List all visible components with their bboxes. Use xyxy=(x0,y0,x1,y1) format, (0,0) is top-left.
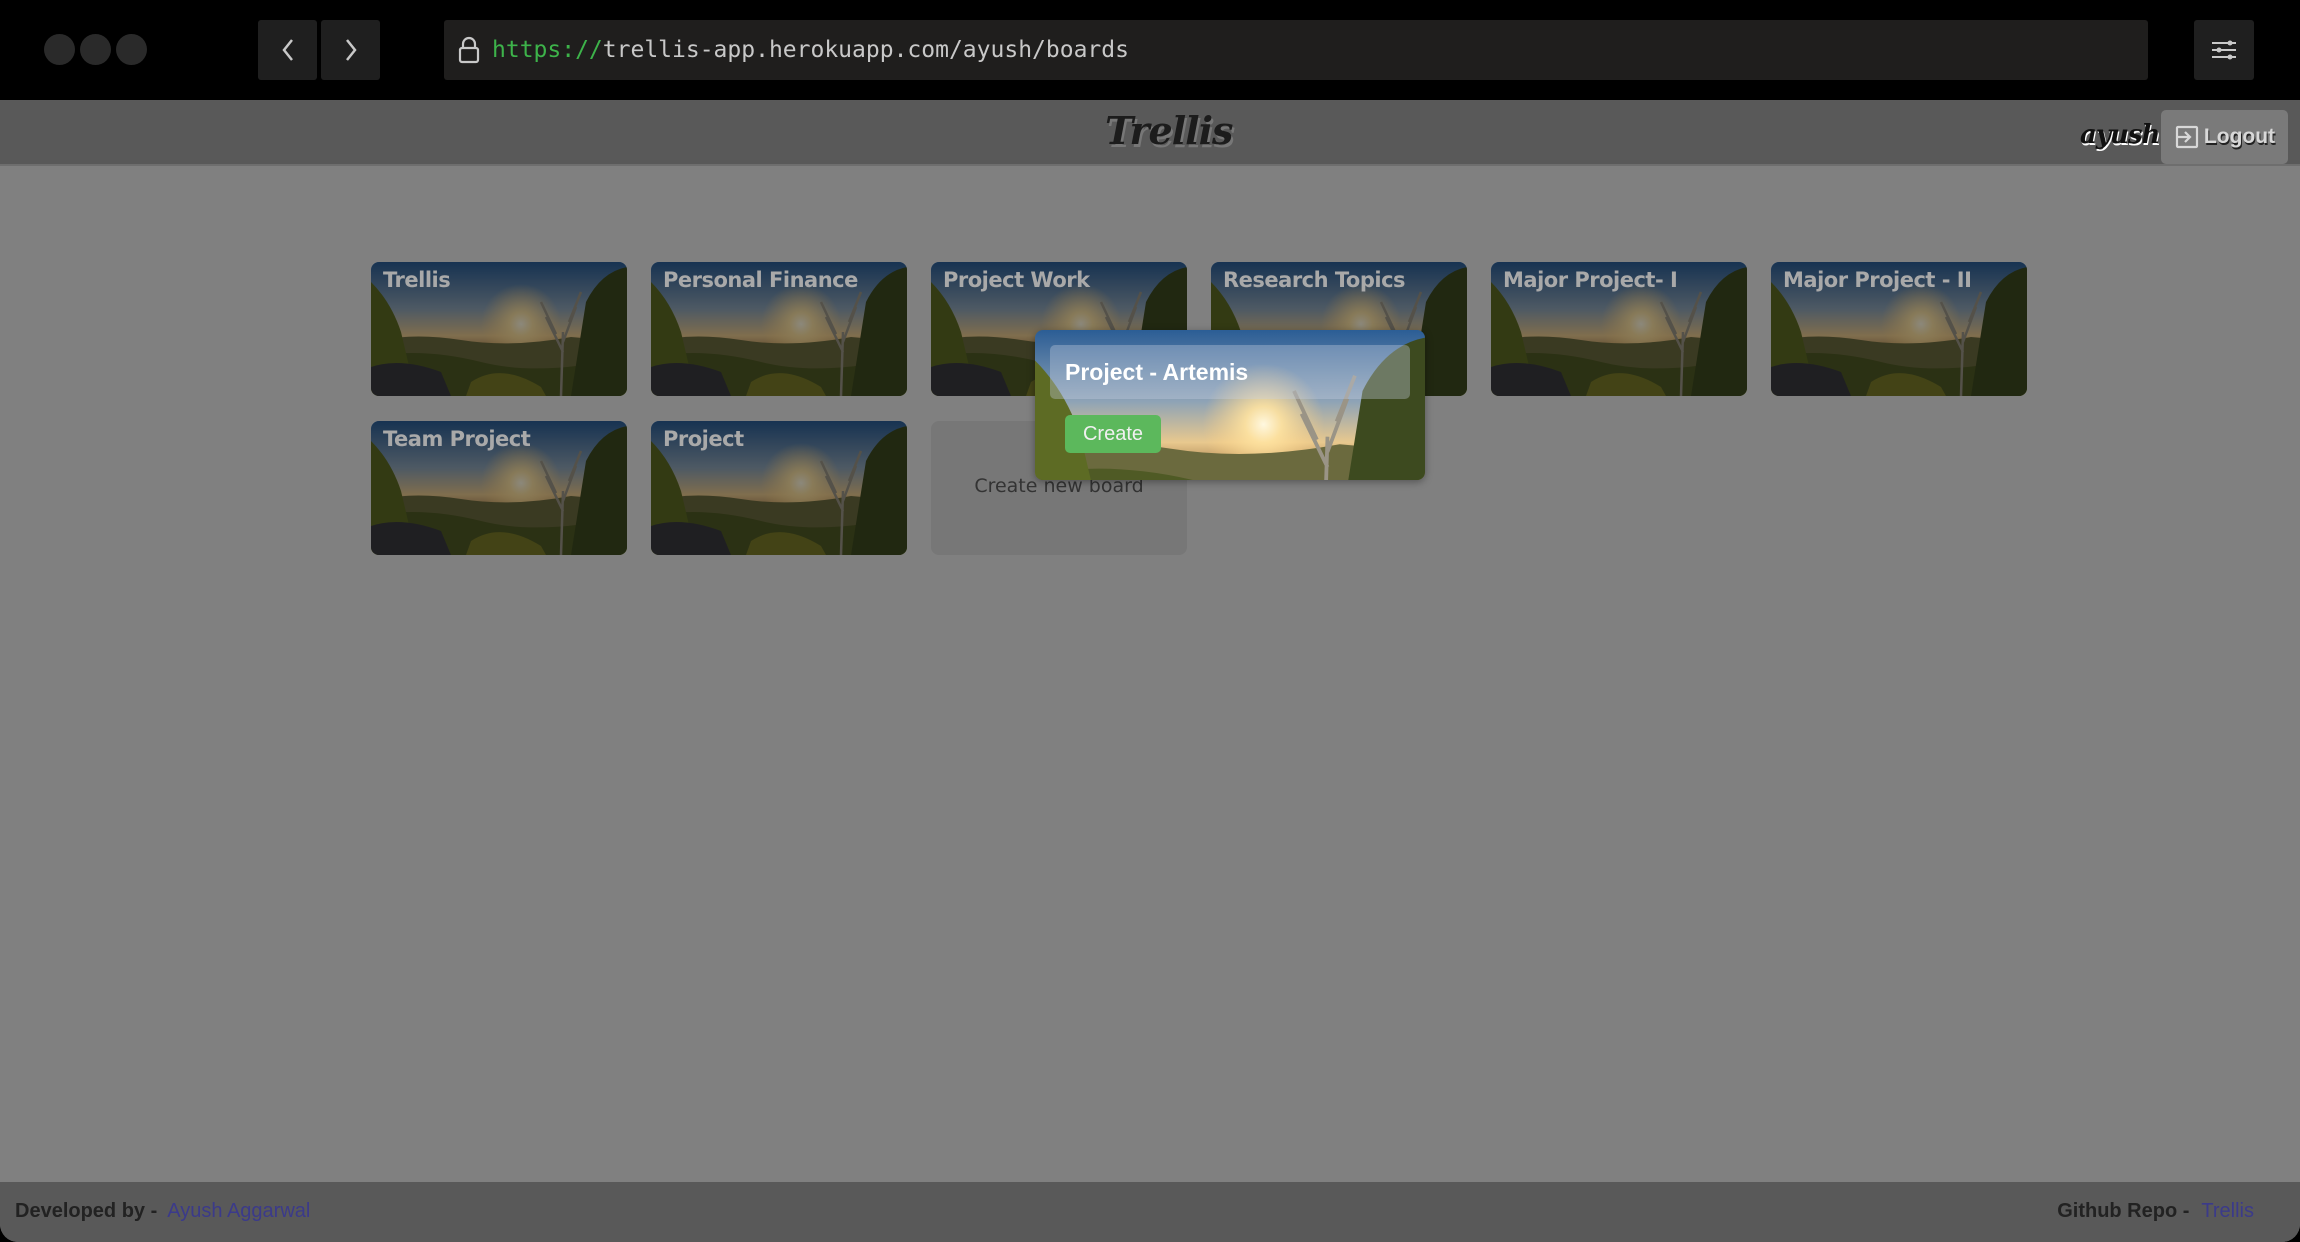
back-button[interactable] xyxy=(258,20,317,80)
forward-button[interactable] xyxy=(321,20,380,80)
app-logo[interactable]: Trellis xyxy=(1105,108,1233,153)
logout-button[interactable]: Logout xyxy=(2161,110,2288,164)
url-path: trellis-app.herokuapp.com/ayush/boards xyxy=(602,37,1129,63)
github-repo-label: Github Repo - xyxy=(2057,1200,2190,1222)
board-tile[interactable]: Trellis xyxy=(371,262,627,396)
board-tile[interactable]: Major Project- I xyxy=(1491,262,1747,396)
window-close-button[interactable] xyxy=(44,34,75,65)
developed-by-label: Developed by - xyxy=(15,1200,158,1222)
board-title: Project Work xyxy=(943,268,1090,292)
settings-button[interactable] xyxy=(2194,20,2254,80)
browser-chrome: https://trellis-app.herokuapp.com/ayush/… xyxy=(0,0,2300,100)
create-board-button[interactable]: Create xyxy=(1065,415,1161,453)
chevron-left-icon xyxy=(281,39,293,61)
footer: Developed by - Ayush Aggarwal Github Rep… xyxy=(0,1182,2300,1242)
footer-repo: Github Repo - Trellis xyxy=(2057,1200,2254,1223)
board-name-input[interactable] xyxy=(1050,345,1410,399)
developer-link[interactable]: Ayush Aggarwal xyxy=(167,1200,310,1223)
board-title: Major Project - II xyxy=(1783,268,1972,292)
board-title: Team Project xyxy=(383,427,531,451)
board-tile[interactable]: Team Project xyxy=(371,421,627,555)
sign-out-icon xyxy=(2175,125,2199,149)
sliders-icon xyxy=(2212,40,2236,60)
board-title: Project xyxy=(663,427,744,451)
repo-link[interactable]: Trellis xyxy=(2201,1200,2254,1223)
logout-label: Logout xyxy=(2203,125,2276,148)
board-tile[interactable]: Personal Finance xyxy=(651,262,907,396)
new-board-popup: Create xyxy=(1035,330,1425,480)
board-tile[interactable]: Project xyxy=(651,421,907,555)
chevron-right-icon xyxy=(345,39,357,61)
board-title: Trellis xyxy=(383,268,451,292)
board-tile[interactable]: Major Project - II xyxy=(1771,262,2027,396)
window-controls xyxy=(44,34,147,65)
window-minimize-button[interactable] xyxy=(80,34,111,65)
board-title: Research Topics xyxy=(1223,268,1406,292)
window-maximize-button[interactable] xyxy=(116,34,147,65)
lock-icon xyxy=(458,36,480,64)
footer-developer: Developed by - Ayush Aggarwal xyxy=(15,1200,310,1223)
app-header: Trellis ayush Logout xyxy=(0,100,2300,166)
board-title: Major Project- I xyxy=(1503,268,1678,292)
board-title: Personal Finance xyxy=(663,268,858,292)
app: Trellis ayush Logout Trellis Personal Fin… xyxy=(0,100,2300,1242)
url-scheme: https:// xyxy=(492,37,603,63)
address-bar[interactable]: https://trellis-app.herokuapp.com/ayush/… xyxy=(444,20,2148,80)
username: ayush xyxy=(2080,120,2160,150)
